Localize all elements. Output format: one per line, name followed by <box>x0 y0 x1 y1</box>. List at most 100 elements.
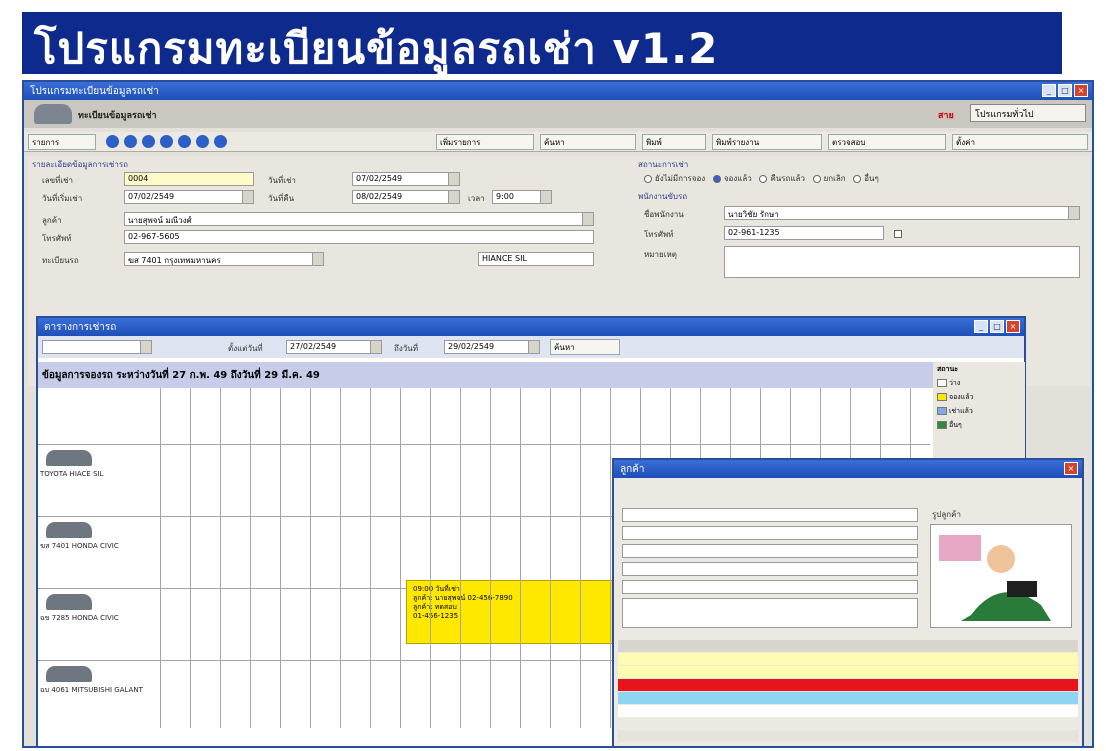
nav-save-icon[interactable] <box>214 135 227 148</box>
day-column-header <box>319 394 331 434</box>
driver-dropdown-icon[interactable] <box>1068 207 1079 219</box>
grid-line <box>38 444 930 445</box>
rent-no-field[interactable]: 0004 <box>124 172 254 186</box>
window-controls: _ □ × <box>1042 84 1088 97</box>
filter-to-dropdown-icon[interactable] <box>528 341 539 353</box>
nav-next-icon[interactable] <box>142 135 155 148</box>
driver-group-title: พนักงานขับรถ <box>638 192 688 201</box>
grid-line <box>190 388 191 728</box>
day-column-header <box>169 394 181 434</box>
status-radio-returned[interactable] <box>759 174 768 183</box>
filter-search-button[interactable]: ค้นหา <box>550 339 620 355</box>
schedule-filter-car-field[interactable] <box>42 340 152 354</box>
time-label: เวลา <box>468 194 485 203</box>
day-column-header <box>709 394 721 434</box>
customer-note-field[interactable] <box>622 598 918 628</box>
schedule-maximize-button[interactable]: □ <box>990 320 1004 333</box>
toolbar-print-label: พิมพ์ <box>646 138 662 147</box>
rent-date-field[interactable]: 07/02/2549 <box>352 172 460 186</box>
status-radio-cancelled[interactable] <box>812 174 821 183</box>
grid-line <box>370 388 371 728</box>
time-value: 9:00 <box>496 192 514 201</box>
minimize-button[interactable]: _ <box>1042 84 1056 97</box>
filter-to-field[interactable]: 29/02/2549 <box>444 340 540 354</box>
nav-prev-icon[interactable] <box>124 135 137 148</box>
legend-swatch <box>937 421 947 429</box>
driver-phone-label: โทรศัพท์ <box>644 230 674 239</box>
grid-line <box>160 388 161 728</box>
toolbar-list-button[interactable]: รายการ <box>28 134 96 150</box>
customer-table-row[interactable] <box>618 679 1078 691</box>
filter-from-field[interactable]: 27/02/2549 <box>286 340 382 354</box>
toolbar-search-button[interactable]: ค้นหา <box>540 134 636 150</box>
time-field[interactable]: 9:00 <box>492 190 552 204</box>
customer-address-field[interactable] <box>622 544 918 558</box>
car-row[interactable]: ฉข 7285 HONDA CIVIC <box>38 590 160 662</box>
toolbar-report-button[interactable]: พิมพ์รายงาน <box>712 134 822 150</box>
start-date-field[interactable]: 07/02/2549 <box>124 190 254 204</box>
plate-dropdown-icon[interactable] <box>312 253 323 265</box>
customer-dropdown-icon[interactable] <box>582 213 593 225</box>
customer-tel-field[interactable] <box>622 580 918 594</box>
nav-delete-icon[interactable] <box>196 135 209 148</box>
status-radio-none[interactable] <box>644 174 652 183</box>
driver-checkbox[interactable] <box>894 230 902 238</box>
note-field[interactable] <box>724 246 1080 278</box>
customer-table-row[interactable] <box>618 666 1078 678</box>
nav-add-icon[interactable] <box>178 135 191 148</box>
maximize-button[interactable]: □ <box>1058 84 1072 97</box>
time-dropdown-icon[interactable] <box>540 191 551 203</box>
customer-name-field[interactable] <box>622 526 918 540</box>
grid-line <box>610 388 611 728</box>
plate-field[interactable]: ฆส 7401 กรุงเทพมหานคร <box>124 252 324 266</box>
day-column-header <box>349 394 361 434</box>
day-column-header <box>799 394 811 434</box>
legend-item: เช่าแล้ว <box>937 406 1021 417</box>
schedule-close-button[interactable]: × <box>1006 320 1020 333</box>
customer-table-row[interactable] <box>618 692 1078 704</box>
schedule-window-controls: _ □ × <box>974 320 1020 333</box>
toolbar-check-button[interactable]: ตรวจสอบ <box>828 134 946 150</box>
customer-table-row[interactable] <box>618 705 1078 717</box>
legend-item: ว่าง <box>937 378 1021 389</box>
filter-from-dropdown-icon[interactable] <box>370 341 381 353</box>
schedule-minimize-button[interactable]: _ <box>974 320 988 333</box>
driver-phone-field[interactable]: 02-961-1235 <box>724 226 884 240</box>
toolbar-print-button[interactable]: พิมพ์ <box>642 134 706 150</box>
start-date-dropdown-icon[interactable] <box>242 191 253 203</box>
nav-first-icon[interactable] <box>106 135 119 148</box>
phone-field[interactable]: 02-967-5605 <box>124 230 594 244</box>
return-date-field[interactable]: 08/02/2549 <box>352 190 460 204</box>
booking-block[interactable]: 09:00 วันที่เช่า ลูกค้า: นายสุพจน์ 02-45… <box>406 580 620 644</box>
filter-car-dropdown-icon[interactable] <box>140 341 151 353</box>
nav-last-icon[interactable] <box>160 135 173 148</box>
return-date-dropdown-icon[interactable] <box>448 191 459 203</box>
driver-name-field[interactable]: นายวิชัย รักษา <box>724 206 1080 220</box>
model-field[interactable]: HIANCE SIL <box>478 252 594 266</box>
toolbar-settings-button[interactable]: ตั้งค่า <box>952 134 1088 150</box>
grid-line <box>220 388 221 728</box>
header-right-button[interactable]: โปรแกรมทั่วไป <box>970 104 1086 122</box>
legend-label: เช่าแล้ว <box>949 407 973 415</box>
grid-line <box>400 388 401 728</box>
photo-shape <box>1007 581 1037 597</box>
toolbar-list-label: รายการ <box>32 138 60 147</box>
customer-code-field[interactable] <box>622 508 918 522</box>
driver-name-label: ชื่อพนักงาน <box>644 210 684 219</box>
car-row[interactable]: TOYOTA HIACE SIL <box>38 446 160 518</box>
customer-field[interactable]: นายสุพจน์ มณีวงศ์ <box>124 212 594 226</box>
toolbar-add-button[interactable]: เพิ่มรายการ <box>436 134 534 150</box>
rent-date-dropdown-icon[interactable] <box>448 173 459 185</box>
main-window-titlebar[interactable]: โปรแกรมทะเบียนข้อมูลรถเช่า _ □ × <box>24 82 1092 100</box>
customer-close-button[interactable]: × <box>1064 462 1078 475</box>
schedule-titlebar[interactable]: ตารางการเช่ารถ _ □ × <box>38 318 1024 336</box>
booking-line: ลูกค้า: นายสุพจน์ 02-456-7890 <box>413 594 513 602</box>
car-row[interactable]: ฆส 7401 HONDA CIVIC <box>38 518 160 590</box>
close-button[interactable]: × <box>1074 84 1088 97</box>
status-radio-other[interactable] <box>853 174 862 183</box>
customer-address2-field[interactable] <box>622 562 918 576</box>
customer-titlebar[interactable]: ลูกค้า × <box>614 460 1082 478</box>
customer-table-row[interactable] <box>618 653 1078 665</box>
status-radio-booked[interactable] <box>712 174 721 183</box>
car-row[interactable]: ฉบ 4061 MITSUBISHI GALANT <box>38 662 160 734</box>
